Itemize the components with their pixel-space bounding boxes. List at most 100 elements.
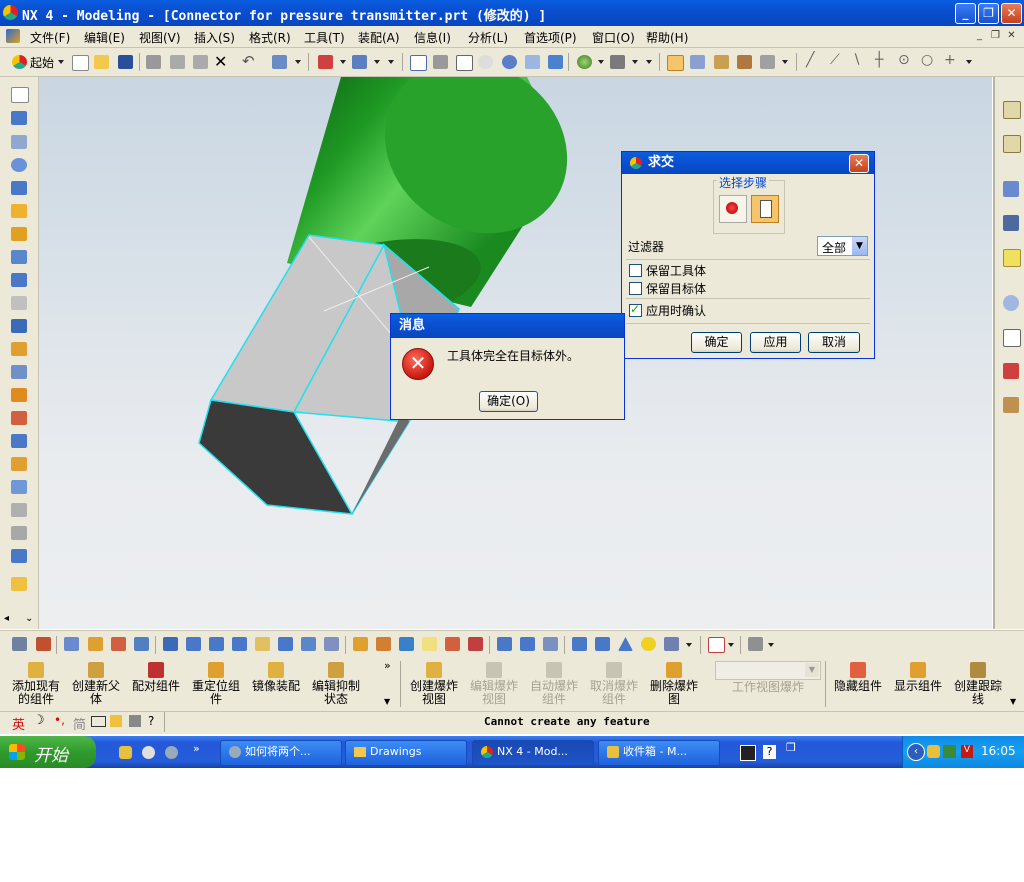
edit-tool-icon-1[interactable] xyxy=(353,637,368,651)
select-icon[interactable] xyxy=(272,55,287,69)
hole-icon[interactable] xyxy=(11,204,27,218)
start-icon[interactable] xyxy=(12,55,27,69)
sphere-tool-icon[interactable] xyxy=(641,637,656,651)
center-snap-icon[interactable]: ⊙ xyxy=(898,52,910,68)
target-step-button[interactable] xyxy=(719,195,747,223)
menu-file[interactable]: 文件(F) xyxy=(30,29,70,46)
view-tool-icon-2[interactable] xyxy=(88,637,103,651)
menu-preferences[interactable]: 首选项(P) xyxy=(524,29,577,46)
menu-tools[interactable]: 工具(T) xyxy=(304,29,345,46)
draft-icon[interactable] xyxy=(11,480,27,494)
intersect-cancel-button[interactable]: 取消 xyxy=(808,332,860,353)
face-select-icon[interactable] xyxy=(760,55,775,69)
help-tray-icon[interactable]: ? xyxy=(763,745,776,759)
intersect-dialog-title-bar[interactable]: 求交 ✕ xyxy=(622,152,874,174)
clock[interactable]: 16:05 xyxy=(981,744,1016,758)
pad-icon[interactable] xyxy=(11,273,27,287)
explosion-select-chevron-icon[interactable]: ▼ xyxy=(805,663,819,677)
intersect-ok-button[interactable]: 确定 xyxy=(691,332,742,353)
zoom-region-icon[interactable] xyxy=(433,55,448,69)
title-bar[interactable]: NX 4 - Modeling - [Connector for pressur… xyxy=(0,0,1024,26)
process-studio-icon[interactable] xyxy=(1003,363,1019,379)
quicklaunch-more-icon[interactable]: » xyxy=(193,742,200,755)
keep-target-checkbox[interactable] xyxy=(629,282,642,295)
assembly-navigator-icon[interactable] xyxy=(1003,101,1021,119)
grid-tool-icon[interactable] xyxy=(708,637,725,653)
task-nx-modeling[interactable]: NX 4 - Mod... xyxy=(472,740,594,766)
restore-button[interactable]: ❐ xyxy=(978,3,999,24)
rotate-icon[interactable] xyxy=(502,55,517,69)
mirror-icon[interactable] xyxy=(11,577,27,591)
help-icon[interactable] xyxy=(1003,249,1021,267)
start-button[interactable]: 开始 xyxy=(0,736,96,768)
cut-icon[interactable] xyxy=(146,55,161,69)
chamfer-icon[interactable] xyxy=(11,434,27,448)
subtract-icon[interactable] xyxy=(11,365,27,379)
cone-icon[interactable] xyxy=(618,637,633,651)
mdi-close-icon[interactable]: ✕ xyxy=(1005,30,1018,42)
info-icon[interactable] xyxy=(1003,329,1021,347)
fit-view-icon[interactable] xyxy=(410,55,427,71)
web-browser-icon[interactable] xyxy=(1003,295,1019,311)
ime-english[interactable]: 英 xyxy=(12,714,25,733)
sketch-icon[interactable] xyxy=(11,87,29,103)
endpoint-snap-icon[interactable]: ⟋ xyxy=(830,52,840,68)
magnifier-icon[interactable] xyxy=(478,55,493,69)
auto-explode-button[interactable]: 自动爆炸 组件 xyxy=(528,662,580,706)
snap-icon[interactable] xyxy=(318,55,333,69)
message-dialog-title-bar[interactable]: 消息 xyxy=(391,314,624,338)
message-ok-button[interactable]: 确定(O) xyxy=(479,391,538,412)
menu-help[interactable]: 帮助(H) xyxy=(646,29,688,46)
reposition-component-button[interactable]: 重定位组 件 xyxy=(190,662,242,706)
hide-component-button[interactable]: 隐藏组件 xyxy=(832,662,884,693)
media-player-icon[interactable] xyxy=(142,746,155,759)
restore-tray-icon[interactable]: ❐ xyxy=(786,741,796,754)
delete-explosion-button[interactable]: 删除爆炸 图 xyxy=(648,662,700,706)
feature-select-icon[interactable] xyxy=(690,55,705,69)
undo-icon[interactable]: ↶ xyxy=(242,52,255,70)
view-tool-icon-1[interactable] xyxy=(64,637,79,651)
edit-tool-icon-2[interactable] xyxy=(376,637,391,651)
reuse-library-icon[interactable] xyxy=(1003,215,1019,231)
expand-icon[interactable]: ⌄ xyxy=(25,613,33,624)
body-tool-icon-2[interactable] xyxy=(186,637,201,651)
view-tool-icon-4[interactable] xyxy=(134,637,149,651)
more-chevron-icon[interactable]: » xyxy=(384,659,391,672)
quicklaunch-icon-3[interactable] xyxy=(165,746,178,759)
slot-icon[interactable] xyxy=(11,296,27,310)
roles-icon[interactable] xyxy=(1003,397,1019,413)
show-component-button[interactable]: 显示组件 xyxy=(892,662,944,693)
edit-tool-icon-6[interactable] xyxy=(468,637,483,651)
punctuation-icon[interactable]: •, xyxy=(54,713,65,727)
surface-tool-icon-2[interactable] xyxy=(520,637,535,651)
save-icon[interactable] xyxy=(118,55,133,69)
component-select-icon[interactable] xyxy=(737,55,752,69)
body-tool-icon-6[interactable] xyxy=(278,637,293,651)
shape-tool-icon-5[interactable] xyxy=(664,637,679,651)
edit-suppression-state-button[interactable]: 编辑抑制 状态 xyxy=(310,662,362,706)
tray-icon-2[interactable] xyxy=(943,745,956,758)
create-new-parent-button[interactable]: 创建新父 体 xyxy=(70,662,122,706)
chevron-down-icon[interactable]: ▼ xyxy=(852,237,867,255)
copy-icon[interactable] xyxy=(170,55,185,69)
antivirus-icon[interactable]: V xyxy=(961,745,973,758)
pattern-icon[interactable] xyxy=(11,549,27,563)
close-window-button[interactable]: ✕ xyxy=(1001,3,1022,24)
shape-tool-icon-1[interactable] xyxy=(572,637,587,651)
pan-icon[interactable] xyxy=(525,55,540,69)
tray-collapse-icon[interactable]: ‹ xyxy=(907,743,925,761)
body-tool-icon-5[interactable] xyxy=(255,637,270,651)
zoom-icon[interactable] xyxy=(456,55,473,71)
ime-help-icon[interactable]: ? xyxy=(148,714,154,728)
edge-blend-icon[interactable] xyxy=(11,411,27,425)
perspective-icon[interactable] xyxy=(548,55,563,69)
open-folder-icon[interactable] xyxy=(94,55,109,69)
body-tool-icon-1[interactable] xyxy=(163,637,178,651)
selection-filter-icon[interactable] xyxy=(667,55,684,71)
keyboard-icon[interactable] xyxy=(91,716,106,727)
quadrant-snap-icon[interactable]: ○ xyxy=(921,52,933,68)
document-icon[interactable] xyxy=(6,29,20,43)
work-view-explode-button[interactable]: 工作视图爆炸 xyxy=(725,681,811,694)
create-exploded-view-button[interactable]: 创建爆炸 视图 xyxy=(408,662,460,706)
assembly-navigator-tool-icon[interactable] xyxy=(12,637,27,651)
